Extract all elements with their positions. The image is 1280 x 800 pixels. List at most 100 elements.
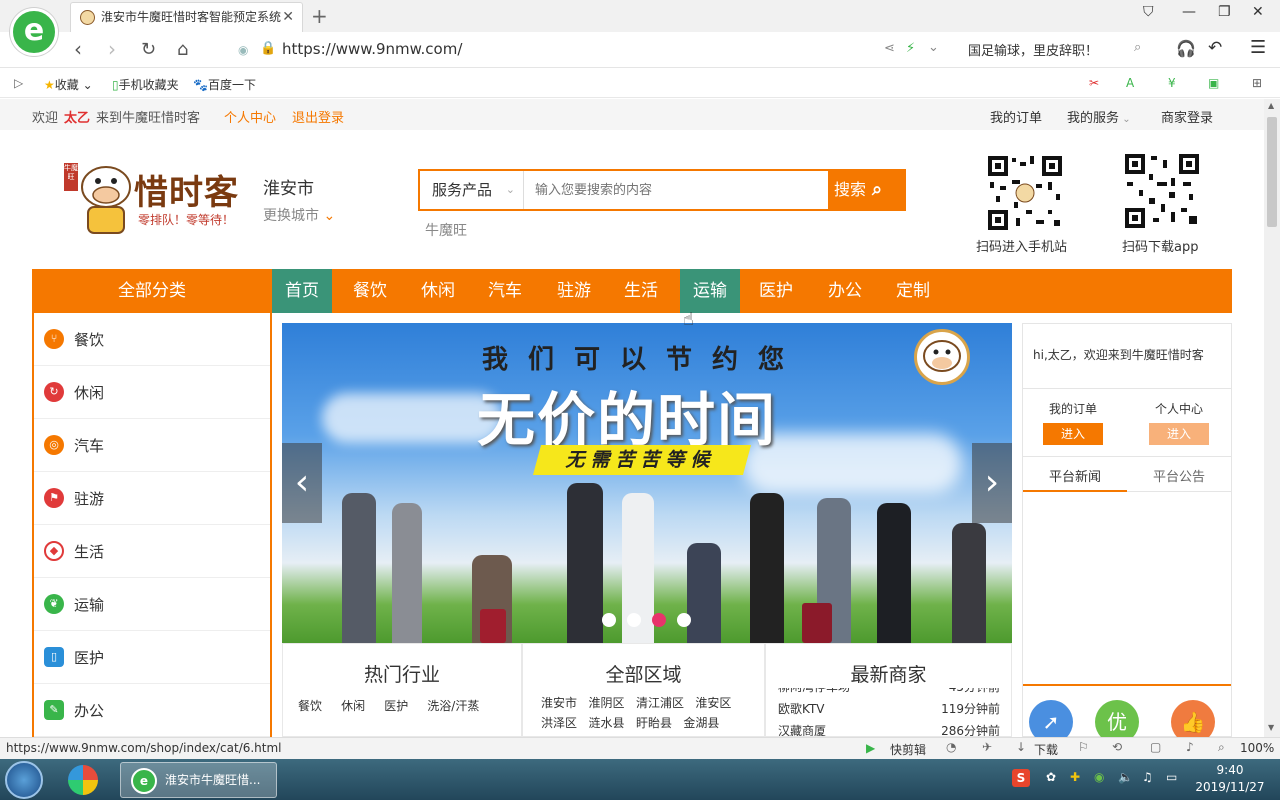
orders-enter-button[interactable]: 进入	[1043, 423, 1103, 445]
region-link[interactable]: 涟水县	[588, 716, 624, 730]
sidebar-item-life[interactable]: ◆ 生活	[34, 525, 270, 578]
region-link[interactable]: 金湖县	[683, 716, 719, 730]
search-button[interactable]: 搜索 ⌕	[828, 171, 906, 209]
region-link[interactable]: 盱眙县	[636, 716, 672, 730]
forward-icon[interactable]: ›	[108, 37, 116, 61]
clip-icon[interactable]: ▶	[866, 741, 875, 755]
my-services-link[interactable]: 我的服务 ⌄	[1067, 107, 1131, 126]
skin-icon[interactable]: ⛉	[1143, 4, 1154, 20]
volume-tray-icon[interactable]: ♫	[1142, 770, 1153, 784]
undo-icon[interactable]: ↶	[1208, 38, 1222, 58]
translate-icon[interactable]: A	[1126, 76, 1134, 90]
tab-platform-notice[interactable]: 平台公告	[1127, 466, 1231, 492]
nav-item-office[interactable]: 办公	[813, 269, 877, 313]
region-link[interactable]: 淮安区	[695, 696, 731, 710]
nav-item-leisure[interactable]: 休闲	[406, 269, 470, 313]
nav-item-travel[interactable]: 驻游	[541, 269, 607, 313]
next-slide-button[interactable]: ›	[972, 443, 1012, 523]
shield-icon[interactable]: ✚	[1070, 770, 1080, 784]
my-orders-link[interactable]: 我的订单	[990, 107, 1042, 126]
slide-dot[interactable]	[677, 613, 691, 627]
share-icon[interactable]: ⋖	[884, 41, 895, 56]
menu-icon[interactable]: ☰	[1250, 37, 1266, 58]
sidebar-toggle-icon[interactable]: ▷	[14, 76, 23, 90]
sogou-icon[interactable]: S	[1012, 769, 1030, 787]
new-tab-icon[interactable]: +	[311, 4, 328, 28]
minimize-icon[interactable]: —	[1182, 4, 1196, 20]
window-icon[interactable]: ▢	[1150, 740, 1161, 754]
sidebar-item-transport[interactable]: ❦ 运输	[34, 578, 270, 631]
browser-logo-icon[interactable]: e	[10, 8, 58, 56]
cleanup-icon[interactable]: ⟲	[1112, 740, 1122, 754]
scroll-down-icon[interactable]: ▼	[1268, 723, 1274, 732]
thumbs-up-icon[interactable]: 👍	[1171, 700, 1215, 737]
bookmark-icon[interactable]: ⚐	[1078, 740, 1089, 754]
slide-dot-active[interactable]	[652, 613, 666, 627]
quick-clip-button[interactable]: 快剪辑	[890, 741, 926, 758]
maximize-icon[interactable]: ❐	[1218, 4, 1231, 20]
list-item[interactable]: 汉藏商厦 286分钟前	[778, 720, 1000, 736]
nav-item-home[interactable]: 首页	[272, 269, 332, 313]
zoom-level[interactable]: 100%	[1240, 741, 1274, 755]
nav-item-life[interactable]: 生活	[609, 269, 673, 313]
search-category-select[interactable]: 服务产品 ⌄	[420, 171, 524, 209]
browser-tab[interactable]: 淮安市牛魔旺惜时客智能预定系统 ✕	[70, 2, 303, 32]
download-button[interactable]: 下载	[1034, 741, 1058, 758]
back-icon[interactable]: ‹	[74, 37, 82, 61]
volume-icon[interactable]: ♪	[1186, 740, 1194, 754]
region-link[interactable]: 清江浦区	[636, 696, 684, 710]
app-launcher-icon[interactable]	[68, 765, 98, 795]
scroll-up-icon[interactable]: ▲	[1268, 101, 1274, 110]
sidebar-item-office[interactable]: ✎ 办公	[34, 684, 270, 737]
nav-item-custom[interactable]: 定制	[881, 269, 945, 313]
prev-slide-button[interactable]: ‹	[282, 443, 322, 523]
home-icon[interactable]: ⌂	[177, 39, 188, 60]
yuan-icon[interactable]: ¥	[1168, 76, 1176, 90]
promo-icon[interactable]: 优	[1095, 700, 1139, 737]
dropdown-icon[interactable]: ⌄	[928, 40, 939, 55]
sidebar-item-dining[interactable]: ⑂ 餐饮	[34, 313, 270, 366]
region-link[interactable]: 淮阴区	[588, 696, 624, 710]
nav-item-auto[interactable]: 汽车	[473, 269, 537, 313]
flower-icon[interactable]: ✿	[1046, 770, 1056, 784]
scrollbar-thumb[interactable]	[1267, 117, 1277, 227]
speaker-mute-icon[interactable]: 🔈	[1118, 770, 1133, 784]
start-button[interactable]	[5, 761, 43, 799]
sidebar-item-travel[interactable]: ⚑ 驻游	[34, 472, 270, 525]
mobile-favorites-item[interactable]: ▯手机收藏夹	[112, 76, 179, 93]
hot-search-text[interactable]: 国足输球，里皮辞职！	[968, 40, 1098, 59]
grid-icon[interactable]: ⊞	[1252, 76, 1262, 90]
page-scrollbar[interactable]: ▲ ▼	[1264, 99, 1280, 737]
security-tray-icon[interactable]: ◉	[1094, 770, 1104, 784]
promo-banner[interactable]: 我们可以节约您 无价的时间 无需苦苦等候 ‹ ›	[282, 323, 1012, 643]
list-item[interactable]: 柳闲湾停车场45分钟前	[778, 688, 1000, 698]
tag-link[interactable]: 洗浴/汗蒸	[427, 699, 479, 713]
security-icon[interactable]: ◉	[238, 43, 248, 57]
slide-dot[interactable]	[602, 613, 616, 627]
pin-icon[interactable]: ✈	[982, 740, 992, 754]
search-input[interactable]	[525, 171, 827, 209]
sidebar-item-auto[interactable]: ◎ 汽车	[34, 419, 270, 472]
logout-link[interactable]: 退出登录	[292, 107, 344, 126]
region-link[interactable]: 洪泽区	[541, 716, 577, 730]
site-logo[interactable]: 牛魔旺 惜时客 零排队！零等待！	[62, 159, 242, 239]
rocket-icon[interactable]: ➚	[1029, 700, 1073, 737]
zoom-icon[interactable]: ⌕	[1218, 740, 1225, 755]
list-item[interactable]: 欧歌KTV 119分钟前	[778, 698, 1000, 720]
close-tab-icon[interactable]: ✕	[282, 3, 294, 31]
nav-item-medical[interactable]: 医护	[744, 269, 808, 313]
search-icon[interactable]: ⌕	[1134, 40, 1141, 55]
speed-icon[interactable]: ◔	[946, 740, 956, 754]
nav-item-transport[interactable]: 运输	[680, 269, 740, 313]
lightning-icon[interactable]: ⚡	[906, 41, 915, 56]
scissors-icon[interactable]: ✂	[1089, 76, 1099, 90]
game-icon[interactable]: ▣	[1208, 76, 1219, 90]
tag-link[interactable]: 医护	[384, 699, 408, 713]
url-input[interactable]: https://www.9nmw.com/	[282, 40, 462, 58]
headphone-icon[interactable]: 🎧	[1176, 39, 1196, 58]
taskbar-browser-app[interactable]: e 淮安市牛魔旺惜...	[120, 762, 277, 798]
all-categories[interactable]: 全部分类	[32, 269, 272, 313]
center-enter-button[interactable]: 进入	[1149, 423, 1209, 445]
nav-item-dining[interactable]: 餐饮	[338, 269, 402, 313]
merchant-login-link[interactable]: 商家登录	[1161, 107, 1213, 126]
